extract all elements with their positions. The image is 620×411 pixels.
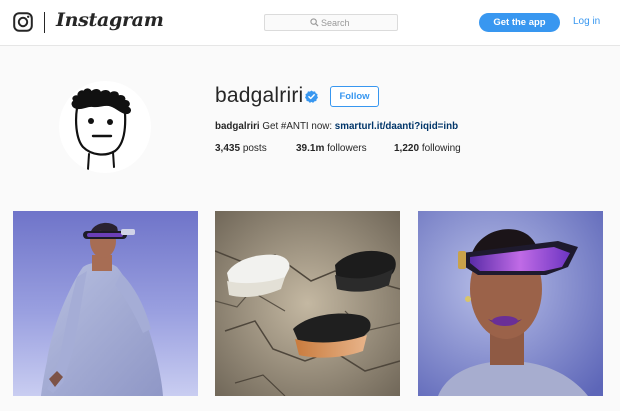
profile-username: badgalriri	[215, 84, 304, 107]
avatar-doodle	[71, 88, 131, 170]
stat-followers[interactable]: 39.1m followers	[296, 143, 367, 154]
stat-followers-value: 39.1m	[296, 143, 325, 154]
top-navbar: Instagram Get the app Log in	[0, 0, 620, 46]
search-input[interactable]	[321, 16, 395, 29]
logo-divider	[44, 12, 45, 33]
search-box[interactable]	[264, 14, 398, 31]
post-thumbnail[interactable]	[13, 211, 198, 396]
login-link[interactable]: Log in	[573, 16, 600, 27]
verified-badge-icon	[305, 90, 318, 103]
get-the-app-button[interactable]: Get the app	[479, 13, 560, 32]
stat-posts-label: posts	[242, 143, 267, 154]
post-image-1	[13, 211, 198, 396]
bio-text: Get #ANTI now:	[259, 121, 335, 132]
post-image-2	[215, 211, 400, 396]
post-thumbnail[interactable]	[215, 211, 400, 396]
stat-following[interactable]: 1,220 following	[394, 143, 461, 154]
search-icon	[310, 18, 319, 27]
bio-link[interactable]: smarturl.it/daanti?iqid=inb	[335, 121, 458, 132]
avatar[interactable]	[59, 81, 151, 173]
stat-following-label: following	[421, 143, 461, 154]
post-thumbnail[interactable]	[418, 211, 603, 396]
profile-bio: badgalriri Get #ANTI now: smarturl.it/da…	[215, 121, 458, 132]
post-image-3	[418, 211, 603, 396]
stat-followers-label: followers	[327, 143, 367, 154]
stat-following-value: 1,220	[394, 143, 420, 154]
instagram-wordmark[interactable]: Instagram	[56, 9, 164, 31]
stat-posts: 3,435 posts	[215, 143, 267, 154]
follow-button[interactable]: Follow	[330, 86, 379, 107]
bio-name: badgalriri	[215, 121, 260, 132]
stat-posts-value: 3,435	[215, 143, 241, 154]
